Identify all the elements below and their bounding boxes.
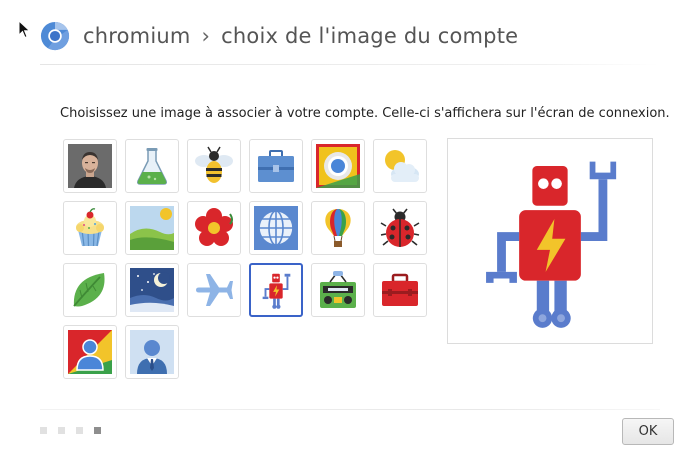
airplane-icon [196,274,233,306]
profile-photo-icon [68,144,112,188]
image-tile-briefcase[interactable] [249,139,303,193]
flask-icon [137,148,167,185]
image-tile-landscape[interactable] [125,201,179,255]
image-grid [63,139,429,379]
radio-icon [320,271,356,308]
image-tile-bee[interactable] [187,139,241,193]
progress-indicator [40,427,101,434]
globe-icon [254,206,298,250]
image-tile-sun-cloud[interactable] [373,139,427,193]
image-tile-globe[interactable] [249,201,303,255]
google-profile-icon [68,330,112,374]
header-divider [40,64,660,65]
instructions-text: Choisissez une image à associer à votre … [60,106,670,121]
image-tile-radio[interactable] [311,263,365,317]
image-tile-chrome-logo[interactable] [311,139,365,193]
progress-step-4 [94,427,101,434]
page-title-text: choix de l'image du compte [221,24,519,48]
page-title: chromium › choix de l'image du compte [83,24,518,48]
image-tile-leaf[interactable] [63,263,117,317]
cupcake-icon [76,208,104,247]
robot-icon [262,273,291,309]
ladybug-icon [380,208,420,247]
night-sky-icon [130,268,174,312]
mouse-cursor-icon [18,20,31,39]
progress-step-2 [58,427,65,434]
image-tile-hot-air-balloon[interactable] [311,201,365,255]
business-person-icon [130,330,174,374]
selected-image-preview [447,138,653,344]
chromium-logo-icon [40,21,70,51]
progress-step-1 [40,427,47,434]
hot-air-balloon-icon [325,209,351,247]
robot-icon [486,161,617,328]
image-tile-airplane[interactable] [187,263,241,317]
image-tile-toolbox[interactable] [373,263,427,317]
image-tile-flower[interactable] [187,201,241,255]
page-header: chromium › choix de l'image du compte [40,18,518,54]
toolbox-icon [382,273,418,306]
landscape-icon [130,206,174,250]
image-tile-cupcake[interactable] [63,201,117,255]
briefcase-icon [258,150,294,182]
image-tile-profile-photo[interactable] [63,139,117,193]
footer-divider [40,409,660,410]
image-tile-night-sky[interactable] [125,263,179,317]
flower-icon [195,208,233,246]
chrome-logo-icon [316,144,360,188]
image-tile-google-profile[interactable] [63,325,117,379]
image-tile-business-person[interactable] [125,325,179,379]
image-tile-robot[interactable] [249,263,303,317]
app-name: chromium [83,24,191,48]
leaf-icon [73,273,105,307]
sun-cloud-icon [385,150,419,182]
image-tile-flask[interactable] [125,139,179,193]
progress-step-3 [76,427,83,434]
image-tile-ladybug[interactable] [373,201,427,255]
ok-button[interactable]: OK [622,418,674,445]
breadcrumb-separator: › [201,24,211,48]
bee-icon [195,146,233,183]
